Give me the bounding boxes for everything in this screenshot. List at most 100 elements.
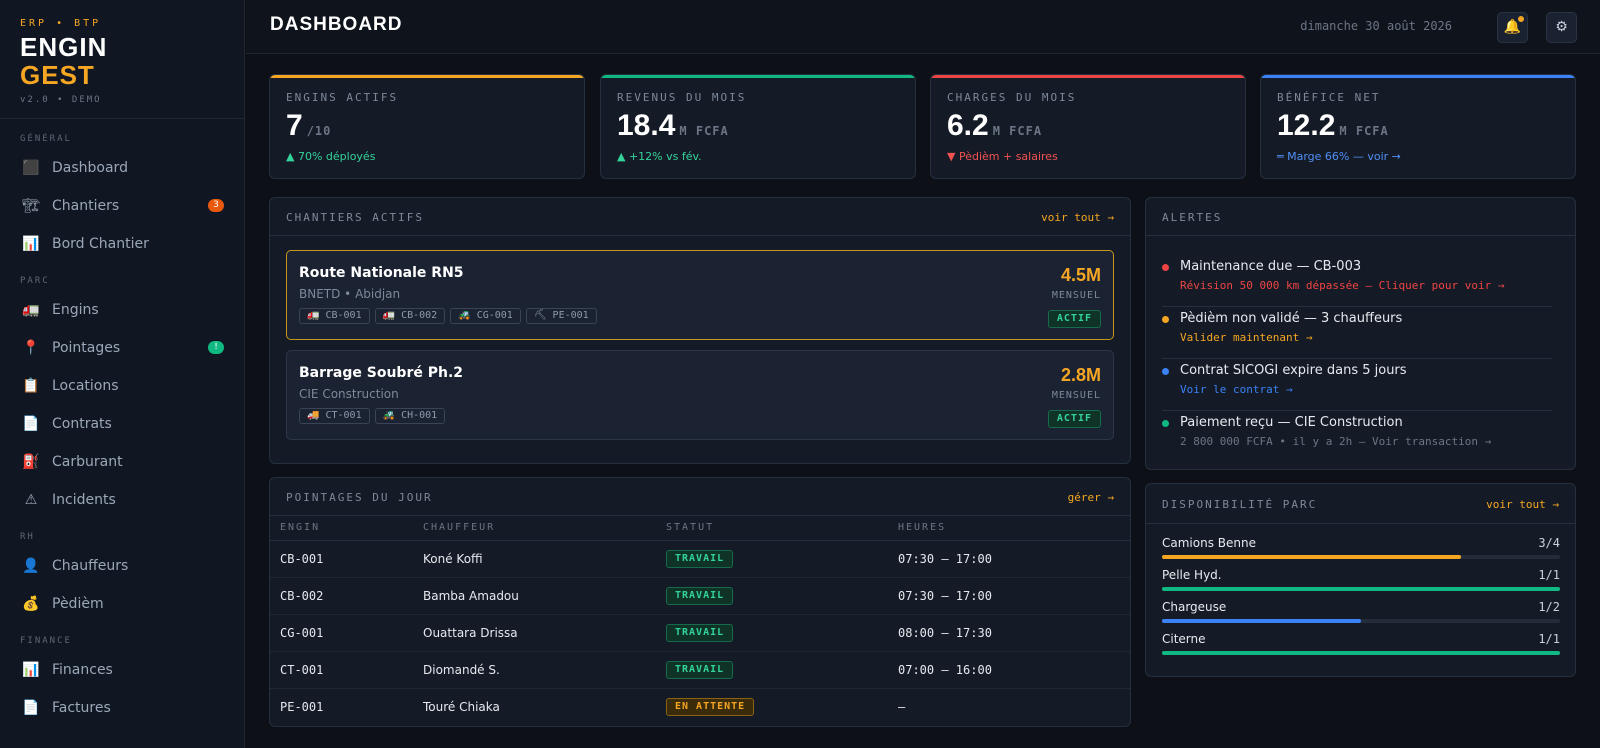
kpi-label: BÉNÉFICE NET [1277,91,1381,104]
count-badge: ! [208,341,224,354]
status-badge: ACTIF [1047,310,1101,328]
sidebar-item-label: Pointages [52,340,121,356]
sidebar-item-carburant[interactable]: ⛽ Carburant [0,443,244,481]
engin-cell: CB-001 [270,540,413,578]
availability-bar-fill [1162,619,1361,623]
current-date: dimanche 30 août 2026 [1300,19,1452,33]
table-row[interactable]: CB-002 Bamba Amadou TRAVAIL 07:30 – 17:00 [270,577,1130,615]
panel-header: POINTAGES DU JOUR gérer → [270,478,1130,516]
column-header: HEURES [888,516,1130,541]
alert-status-dot [1162,368,1169,375]
status-cell: TRAVAIL [656,614,888,652]
alert-item[interactable]: Pèdièm non validé — 3 chauffeurs Valider … [1162,308,1552,359]
construction-icon: 🏗 [22,198,40,214]
alert-status-dot [1162,316,1169,323]
kpi-accent-bar [601,75,915,78]
site-client: BNETD • Abidjan [299,287,401,301]
alert-action-link[interactable]: Révision 50 000 km dépassée — Cliquer po… [1180,279,1505,292]
sidebar-item-factures[interactable]: 📄 Factures [0,689,244,727]
panel-title: ALERTES [1162,211,1223,224]
sidebar-item-bord-chantier[interactable]: 📊 Bord Chantier [0,225,244,263]
sidebar-item-p-di-m[interactable]: 💰 Pèdièm [0,585,244,623]
engine-chip[interactable]: 🚛 CB-001 [299,308,370,324]
alert-action-link[interactable]: 2 800 000 FCFA • il y a 2h — Voir transa… [1180,435,1491,448]
engine-chip[interactable]: 🚜 CG-001 [450,308,521,324]
status-badge: TRAVAIL [666,623,734,642]
view-all-sites-link[interactable]: voir tout → [1041,211,1114,224]
sidebar-item-label: Pèdièm [52,596,104,612]
availability-row: Pelle Hyd. 1/1 [1162,568,1560,598]
sidebar-item-label: Finances [52,662,113,678]
sidebar-item-dashboard[interactable]: ⬛ Dashboard [0,149,244,187]
sidebar-item-contrats[interactable]: 📄 Contrats [0,405,244,443]
gear-icon: ⚙ [1555,19,1568,35]
panel-header: ALERTES [1146,198,1575,236]
alert-item[interactable]: Paiement reçu — CIE Construction 2 800 00… [1162,412,1552,463]
manage-checkins-link[interactable]: gérer → [1068,491,1114,504]
alert-item[interactable]: Contrat SICOGI expire dans 5 jours Voir l… [1162,360,1552,411]
daily-checkins-panel: POINTAGES DU JOUR gérer → ENGIN CHAUFFEUR… [269,477,1131,727]
kpi-accent-bar [931,75,1245,78]
site-card[interactable]: Route Nationale RN5 BNETD • Abidjan 🚛 CB-0… [286,250,1114,340]
settings-button[interactable]: ⚙ [1546,12,1577,43]
chart-icon: 📊 [22,662,40,678]
user-icon: 👤 [22,558,40,574]
sidebar-item-label: Chantiers [52,198,120,214]
sidebar: ERP • BTP ENGIN GEST v2.0 • DEMO GÉNÉRAL… [0,0,245,748]
brand-name-line1: ENGIN [20,32,108,62]
kpi-value: 6.2 [947,109,989,142]
kpi-value: 12.2 [1277,109,1336,142]
nav-section-title: FINANCE [20,636,72,646]
engine-chip[interactable]: 🚚 CT-001 [299,408,370,424]
site-name: Barrage Soubré Ph.2 [299,365,464,381]
view-all-fleet-link[interactable]: voir tout → [1486,498,1559,511]
alert-action-link[interactable]: Voir le contrat → [1180,383,1293,396]
status-badge: TRAVAIL [666,586,734,605]
site-card[interactable]: Barrage Soubré Ph.2 CIE Construction 🚚 CT-… [286,350,1114,440]
site-amount: 4.5M [1060,265,1101,285]
panel-header: DISPONIBILITÉ PARC voir tout → [1146,484,1575,524]
count-badge: 3 [208,199,224,212]
top-header: DASHBOARD dimanche 30 août 2026 🔔 ⚙ [246,0,1600,54]
sidebar-item-locations[interactable]: 📋 Locations [0,367,244,405]
column-header: STATUT [656,516,888,541]
sidebar-item-label: Carburant [52,454,123,470]
kpi-unit: M FCFA [992,124,1043,138]
sidebar-item-engins[interactable]: 🚛 Engins [0,291,244,329]
sidebar-item-finances[interactable]: 📊 Finances [0,651,244,689]
notification-dot [1518,16,1524,22]
sidebar-item-pointages[interactable]: 📍 Pointages! [0,329,244,367]
alert-title: Maintenance due — CB-003 [1180,259,1362,274]
table-body: CB-001 Koné Koffi TRAVAIL 07:30 – 17:00 CB-0… [270,540,1130,725]
notifications-button[interactable]: 🔔 [1497,12,1528,43]
sidebar-item-incidents[interactable]: ⚠ Incidents [0,481,244,519]
clipboard-icon: 📋 [22,378,40,394]
alert-action-link[interactable]: Valider maintenant → [1180,331,1312,344]
engine-chip[interactable]: ⛏ PE-001 [525,308,597,324]
table-row[interactable]: CB-001 Koné Koffi TRAVAIL 07:30 – 17:00 [270,540,1130,578]
kpi-trend[interactable]: ═ Marge 66% — voir → [1277,150,1401,163]
sidebar-item-label: Engins [52,302,99,318]
kpi-unit: M FCFA [1339,124,1389,138]
fleet-availability-panel: DISPONIBILITÉ PARC voir tout → Camions B… [1145,483,1576,677]
table-row[interactable]: PE-001 Touré Chiaka EN ATTENTE — [270,688,1130,725]
sidebar-item-label: Bord Chantier [52,236,149,252]
driver-cell: Bamba Amadou [413,577,656,615]
panel-title: DISPONIBILITÉ PARC [1162,498,1318,511]
kpi-value: 7 [286,109,303,142]
table-row[interactable]: CT-001 Diomandé S. TRAVAIL 07:00 – 16:00 [270,651,1130,689]
alert-item[interactable]: Maintenance due — CB-003 Révision 50 000 … [1162,256,1552,307]
engine-chip[interactable]: 🚛 CB-002 [374,308,446,324]
engine-chip[interactable]: 🚜 CH-001 [374,408,446,424]
sidebar-item-chauffeurs[interactable]: 👤 Chauffeurs [0,547,244,585]
active-sites-panel: CHANTIERS ACTIFS voir tout → Route Natio… [269,197,1131,464]
kpi-label: REVENUS DU MOIS [617,91,747,104]
kpi-value-wrap: 12.2 M FCFA [1277,109,1389,143]
table-row[interactable]: CG-001 Ouattara Drissa TRAVAIL 08:00 – 17:3… [270,614,1130,652]
alert-title: Paiement reçu — CIE Construction [1180,415,1403,430]
sidebar-item-chantiers[interactable]: 🏗 Chantiers 3 [0,187,244,225]
kpi-card: BÉNÉFICE NET 12.2 M FCFA ═ Marge 66% — voir… [1260,74,1576,179]
document-icon: 📄 [22,416,40,432]
availability-count: 1/2 [1538,600,1560,614]
nav-section-title: GÉNÉRAL [20,134,72,144]
